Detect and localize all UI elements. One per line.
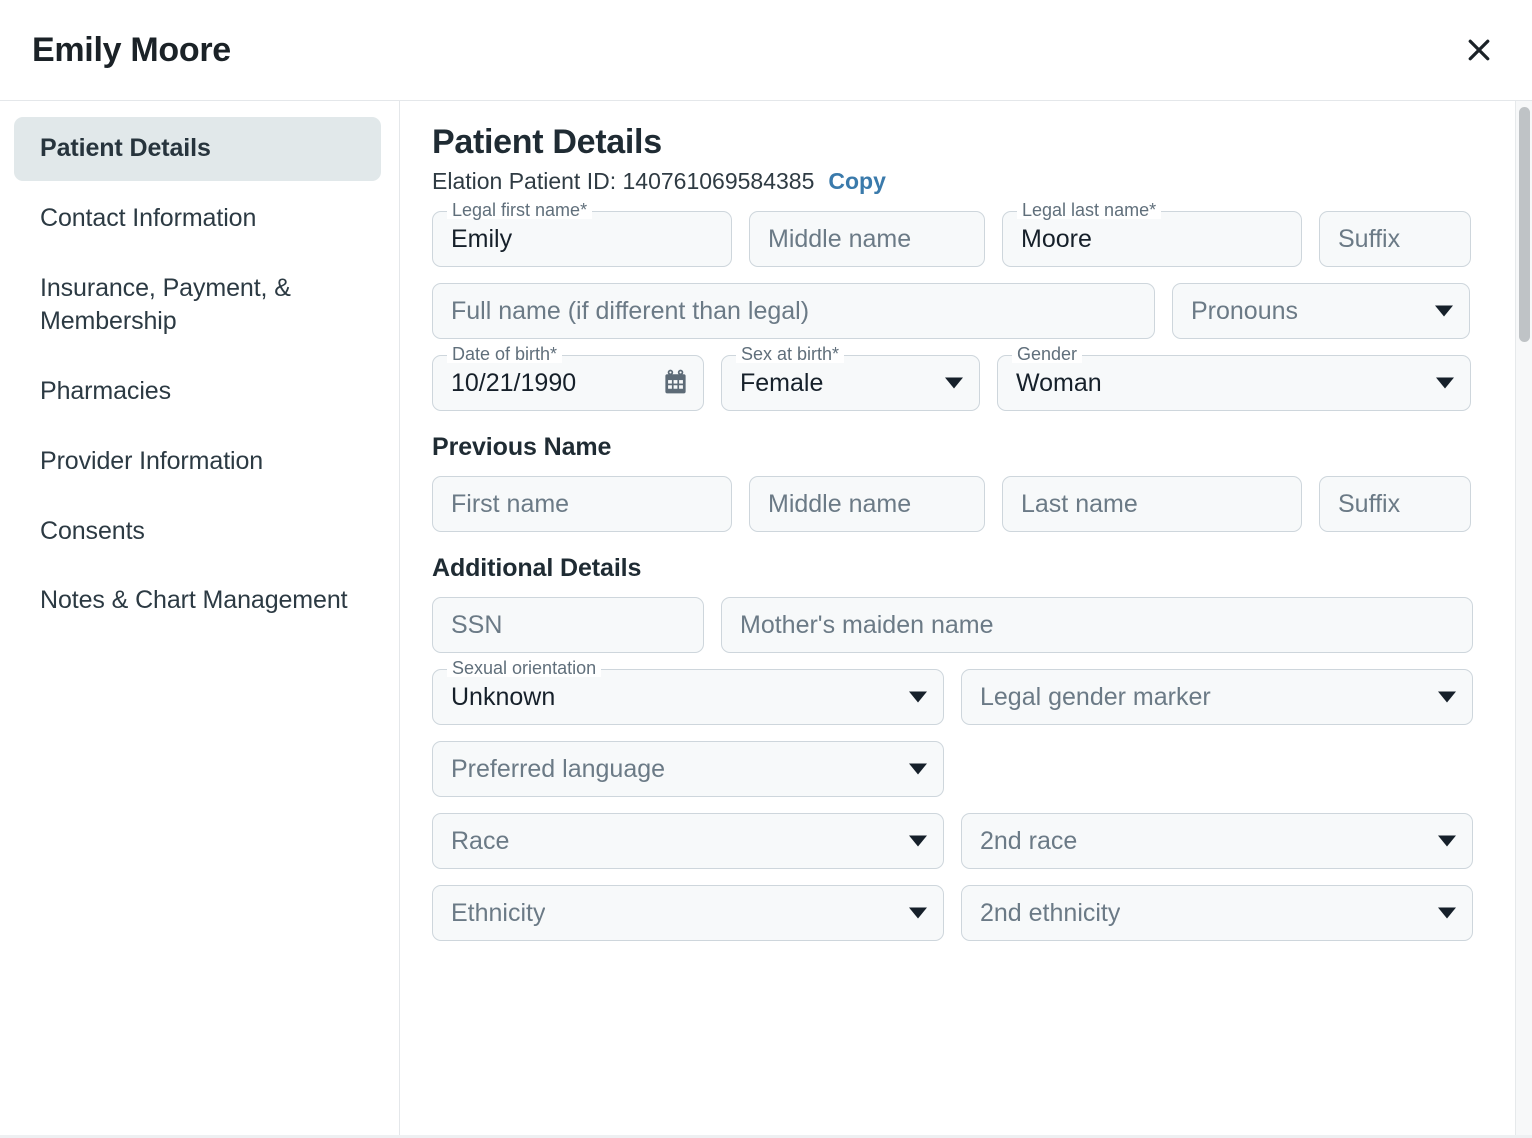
preferred-language-row: Preferred language <box>432 741 1492 797</box>
second-ethnicity-select[interactable]: 2nd ethnicity <box>961 885 1473 941</box>
chevron-down-icon <box>1436 378 1454 389</box>
date-of-birth-value: 10/21/1990 <box>451 371 576 396</box>
patient-id-row: Elation Patient ID: 140761069584385 Copy <box>432 168 1492 195</box>
legal-last-name-value: Moore <box>1021 227 1092 252</box>
sidebar-item-provider-information[interactable]: Provider Information <box>14 430 381 494</box>
second-ethnicity-placeholder: 2nd ethnicity <box>980 901 1120 926</box>
modal-header: Emily Moore <box>0 0 1532 101</box>
gender-label: Gender <box>1012 345 1082 363</box>
previous-name-row: First name Middle name Last name Suffix <box>432 476 1492 532</box>
full-name-placeholder: Full name (if different than legal) <box>451 299 809 324</box>
close-icon <box>1464 35 1494 65</box>
sidebar-item-contact-information[interactable]: Contact Information <box>14 187 381 251</box>
gender-value: Woman <box>1016 371 1102 396</box>
patient-id-label: Elation Patient ID: 140761069584385 <box>432 168 814 195</box>
ethnicity-row: Ethnicity 2nd ethnicity <box>432 885 1492 941</box>
previous-suffix-placeholder: Suffix <box>1338 492 1400 517</box>
sexual-orientation-label: Sexual orientation <box>447 659 601 677</box>
gender-select[interactable]: Gender Woman <box>997 355 1471 411</box>
legal-last-name-label: Legal last name* <box>1017 201 1161 219</box>
preferred-language-select[interactable]: Preferred language <box>432 741 944 797</box>
suffix-placeholder: Suffix <box>1338 227 1400 252</box>
previous-suffix-field[interactable]: Suffix <box>1319 476 1471 532</box>
patient-details-form: Patient Details Elation Patient ID: 1407… <box>400 101 1532 1138</box>
ssn-maiden-row: SSN Mother's maiden name <box>432 597 1492 653</box>
orientation-gender-marker-row: Sexual orientation Unknown Legal gender … <box>432 669 1492 725</box>
vertical-scrollbar[interactable] <box>1515 101 1532 1138</box>
full-name-field[interactable]: Full name (if different than legal) <box>432 283 1155 339</box>
mothers-maiden-name-field[interactable]: Mother's maiden name <box>721 597 1473 653</box>
previous-first-name-placeholder: First name <box>451 492 569 517</box>
previous-last-name-field[interactable]: Last name <box>1002 476 1302 532</box>
previous-middle-name-field[interactable]: Middle name <box>749 476 985 532</box>
patient-details-modal: Emily Moore Patient Details Contact Info… <box>0 0 1532 1138</box>
race-placeholder: Race <box>451 829 509 854</box>
preferred-language-placeholder: Preferred language <box>451 757 665 782</box>
sidebar-item-insurance-payment-membership[interactable]: Insurance, Payment, & Membership <box>14 257 381 355</box>
chevron-down-icon <box>909 908 927 919</box>
chevron-down-icon <box>1438 836 1456 847</box>
additional-details-heading: Additional Details <box>432 554 1492 583</box>
copy-patient-id-link[interactable]: Copy <box>828 168 886 195</box>
sidebar-nav: Patient Details Contact Information Insu… <box>0 101 400 1138</box>
legal-first-name-field[interactable]: Legal first name* Emily <box>432 211 732 267</box>
sidebar-item-notes-chart-management[interactable]: Notes & Chart Management <box>14 569 381 633</box>
legal-first-name-label: Legal first name* <box>447 201 592 219</box>
second-race-select[interactable]: 2nd race <box>961 813 1473 869</box>
second-race-placeholder: 2nd race <box>980 829 1077 854</box>
pronouns-placeholder: Pronouns <box>1191 299 1298 324</box>
calendar-icon[interactable] <box>662 370 689 397</box>
previous-name-heading: Previous Name <box>432 433 1492 462</box>
legal-gender-marker-select[interactable]: Legal gender marker <box>961 669 1473 725</box>
sidebar-item-pharmacies[interactable]: Pharmacies <box>14 360 381 424</box>
legal-last-name-field[interactable]: Legal last name* Moore <box>1002 211 1302 267</box>
suffix-field[interactable]: Suffix <box>1319 211 1471 267</box>
legal-gender-marker-placeholder: Legal gender marker <box>980 685 1211 710</box>
date-of-birth-label: Date of birth* <box>447 345 562 363</box>
sex-at-birth-value: Female <box>740 371 823 396</box>
full-name-row: Full name (if different than legal) Pron… <box>432 283 1492 339</box>
ethnicity-select[interactable]: Ethnicity <box>432 885 944 941</box>
page-title: Emily Moore <box>32 33 231 67</box>
chevron-down-icon <box>1438 908 1456 919</box>
chevron-down-icon <box>1438 692 1456 703</box>
sexual-orientation-select[interactable]: Sexual orientation Unknown <box>432 669 944 725</box>
chevron-down-icon <box>909 764 927 775</box>
sex-at-birth-label: Sex at birth* <box>736 345 844 363</box>
scrollbar-thumb[interactable] <box>1519 107 1530 342</box>
modal-body: Patient Details Contact Information Insu… <box>0 101 1532 1138</box>
legal-name-row: Legal first name* Emily Middle name Lega… <box>432 211 1492 267</box>
sidebar-item-consents[interactable]: Consents <box>14 500 381 564</box>
sexual-orientation-value: Unknown <box>451 685 555 710</box>
race-select[interactable]: Race <box>432 813 944 869</box>
chevron-down-icon <box>945 378 963 389</box>
pronouns-select[interactable]: Pronouns <box>1172 283 1470 339</box>
ssn-placeholder: SSN <box>451 613 502 638</box>
chevron-down-icon <box>1435 306 1453 317</box>
sidebar-item-patient-details[interactable]: Patient Details <box>14 117 381 181</box>
previous-middle-name-placeholder: Middle name <box>768 492 911 517</box>
chevron-down-icon <box>909 692 927 703</box>
legal-first-name-value: Emily <box>451 227 512 252</box>
middle-name-placeholder: Middle name <box>768 227 911 252</box>
race-row: Race 2nd race <box>432 813 1492 869</box>
previous-last-name-placeholder: Last name <box>1021 492 1138 517</box>
mothers-maiden-name-placeholder: Mother's maiden name <box>740 613 994 638</box>
chevron-down-icon <box>909 836 927 847</box>
dob-sex-gender-row: Date of birth* 10/21/1990 <box>432 355 1492 411</box>
close-button[interactable] <box>1456 27 1502 73</box>
middle-name-field[interactable]: Middle name <box>749 211 985 267</box>
date-of-birth-field[interactable]: Date of birth* 10/21/1990 <box>432 355 704 411</box>
ssn-field[interactable]: SSN <box>432 597 704 653</box>
section-title: Patient Details <box>432 123 1492 162</box>
previous-first-name-field[interactable]: First name <box>432 476 732 532</box>
sex-at-birth-select[interactable]: Sex at birth* Female <box>721 355 980 411</box>
ethnicity-placeholder: Ethnicity <box>451 901 545 926</box>
